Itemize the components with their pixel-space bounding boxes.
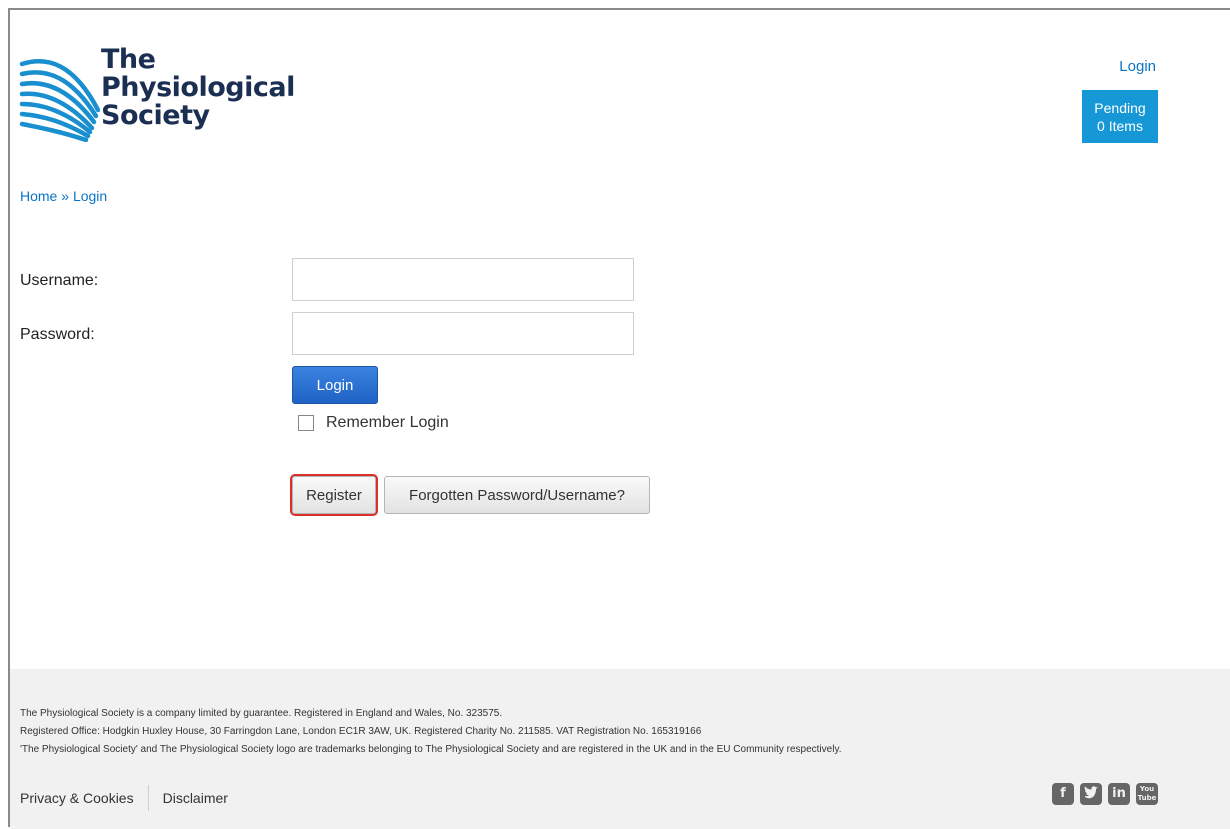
pending-label: Pending [1094, 100, 1146, 116]
logo-line-2: Physiological [101, 72, 295, 103]
privacy-cookies-link[interactable]: Privacy & Cookies [20, 790, 134, 806]
forgot-password-button[interactable]: Forgotten Password/Username? [384, 476, 650, 514]
breadcrumb-separator: » [61, 188, 70, 204]
breadcrumb: Home » Login [20, 188, 107, 204]
remember-login-label: Remember Login [326, 414, 449, 431]
facebook-icon[interactable]: f [1052, 783, 1074, 805]
password-label: Password: [20, 326, 95, 343]
password-input[interactable] [292, 312, 634, 355]
pending-basket-button[interactable]: Pending 0 Items [1082, 90, 1158, 143]
logo-wordmark: The Physiological Society [101, 46, 295, 130]
footer-link-divider [147, 785, 149, 811]
legal-line-1: The Physiological Society is a company l… [20, 708, 503, 719]
youtube-icon[interactable]: You Tube [1136, 783, 1158, 805]
username-label: Username: [20, 272, 99, 289]
logo-line-1: The [101, 44, 156, 75]
header-login-link[interactable]: Login [1119, 58, 1156, 75]
linkedin-icon[interactable]: in [1108, 783, 1130, 805]
logo-waves-icon [19, 59, 100, 142]
page-frame: The Physiological Society Login Pending … [8, 8, 1230, 829]
remember-login-checkbox[interactable]: Remember Login [298, 414, 449, 432]
pending-count: 0 Items [1097, 118, 1143, 134]
breadcrumb-home-link[interactable]: Home [20, 188, 57, 204]
site-logo[interactable]: The Physiological Society [18, 44, 298, 154]
logo-line-3: Society [101, 100, 210, 131]
legal-line-2: Registered Office: Hodgkin Huxley House,… [20, 726, 702, 737]
breadcrumb-current[interactable]: Login [73, 188, 107, 204]
legal-line-3: 'The Physiological Society' and The Phys… [20, 744, 842, 755]
register-button[interactable]: Register [290, 474, 378, 516]
username-input[interactable] [292, 258, 634, 301]
twitter-icon[interactable] [1080, 783, 1102, 805]
checkbox-box[interactable] [298, 415, 314, 431]
login-button[interactable]: Login [292, 366, 378, 404]
footer-links: Privacy & Cookies Disclaimer [20, 785, 228, 811]
footer: The Physiological Society is a company l… [10, 669, 1230, 829]
legal-text: The Physiological Society is a company l… [20, 705, 841, 759]
disclaimer-link[interactable]: Disclaimer [163, 790, 228, 806]
social-links: f in You Tube [1052, 783, 1158, 805]
